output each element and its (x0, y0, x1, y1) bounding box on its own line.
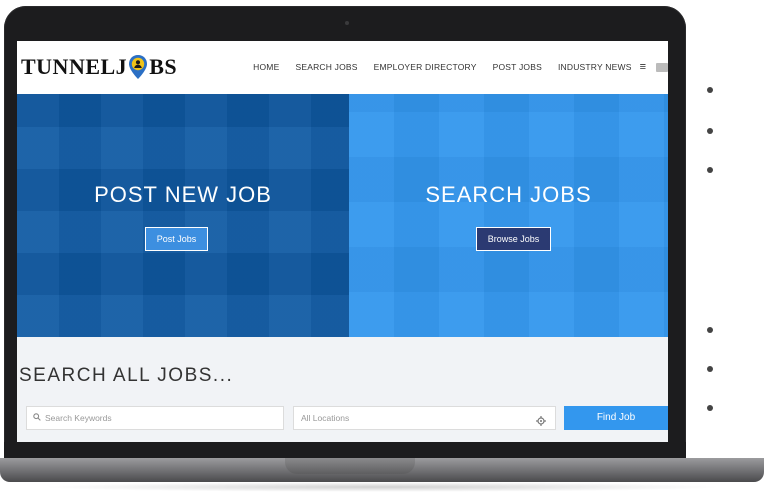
site-logo[interactable]: TUNNELJ BS (21, 54, 177, 80)
bullet-point (707, 87, 713, 93)
nav-home[interactable]: HOME (253, 62, 279, 72)
browse-jobs-button[interactable]: Browse Jobs (476, 227, 551, 251)
nav-industry-news[interactable]: INDUSTRY NEWS (558, 62, 632, 72)
laptop-notch (285, 458, 415, 474)
keywords-input[interactable]: Search Keywords (26, 406, 284, 430)
bullet-point (707, 128, 713, 134)
post-job-panel: POST NEW JOB Post Jobs (17, 94, 349, 337)
map-pin-icon (128, 54, 148, 80)
search-icon (33, 413, 41, 423)
keywords-placeholder: Search Keywords (45, 413, 112, 423)
bullet-point (707, 366, 713, 372)
nav-employer-directory[interactable]: EMPLOYER DIRECTORY (374, 62, 477, 72)
post-job-title: POST NEW JOB (94, 182, 272, 207)
location-input[interactable]: All Locations (293, 406, 556, 430)
locate-icon[interactable] (536, 413, 546, 426)
post-jobs-button[interactable]: Post Jobs (145, 227, 208, 251)
laptop-shadow (40, 482, 724, 492)
search-heading: SEARCH ALL JOBS... (19, 365, 234, 386)
cart-icon[interactable] (656, 62, 668, 72)
search-section: SEARCH ALL JOBS... Search Keywords All L… (17, 337, 668, 442)
bullet-point (707, 327, 713, 333)
main-nav: HOME SEARCH JOBS EMPLOYER DIRECTORY POST… (253, 61, 668, 73)
site-header: TUNNELJ BS HOME SEARCH JOBS EMPLOYER DIR… (17, 41, 668, 95)
search-jobs-panel: SEARCH JOBS Browse Jobs (349, 94, 668, 337)
search-jobs-title: SEARCH JOBS (425, 182, 592, 207)
bullet-point (707, 405, 713, 411)
nav-post-jobs[interactable]: POST JOBS (493, 62, 542, 72)
hamburger-menu-icon[interactable]: ≡ (640, 61, 646, 73)
logo-text-left: TUNNELJ (21, 54, 128, 79)
laptop-screen: TUNNELJ BS HOME SEARCH JOBS EMPLOYER DIR… (17, 41, 668, 442)
camera-icon (345, 21, 349, 25)
bullet-point (707, 167, 713, 173)
nav-search-jobs[interactable]: SEARCH JOBS (295, 62, 357, 72)
location-placeholder: All Locations (301, 413, 350, 423)
logo-text-right: BS (149, 54, 178, 79)
find-job-button[interactable]: Find Job (564, 406, 668, 430)
